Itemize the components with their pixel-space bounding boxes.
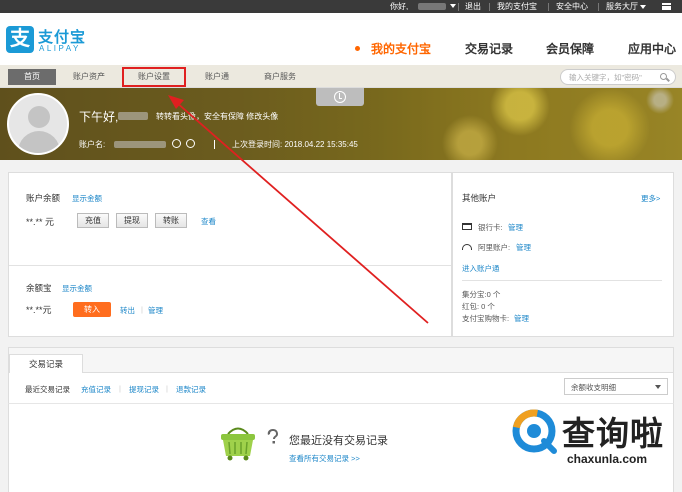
watermark-text: 查询啦 <box>562 415 664 452</box>
chaxunla-logo-icon <box>512 409 557 454</box>
watermark-url: chaxunla.com <box>567 452 648 466</box>
